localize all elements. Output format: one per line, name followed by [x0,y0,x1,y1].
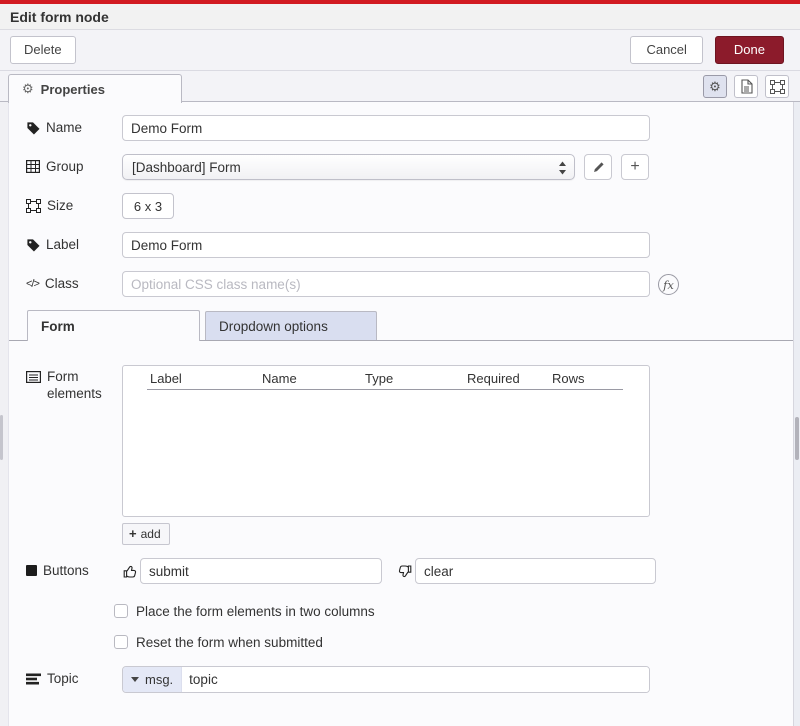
size-label: Size [26,193,122,213]
right-scrollbar-thumb[interactable] [795,417,799,460]
subtab-form-label: Form [41,319,75,334]
buttons-controls [122,558,656,584]
topic-label: Topic [26,666,122,686]
form-elements-table: Label Name Type Required Rows [122,365,650,517]
buttons-label: Buttons [26,558,122,578]
column-header-label: Label [150,371,182,386]
thumbs-down-icon [397,563,413,580]
form-elements-row: Form elements Label Name Type Required R… [9,365,793,545]
class-input[interactable] [122,271,650,297]
edit-group-button[interactable] [584,154,612,180]
tag-icon [26,121,40,135]
delete-button[interactable]: Delete [10,36,76,64]
tag-icon [26,238,40,252]
object-group-icon [26,199,41,213]
document-icon [740,79,753,94]
subtab-dropdown-options[interactable]: Dropdown options [205,311,377,340]
code-icon: </> [26,278,39,290]
label-input[interactable] [122,232,650,258]
add-element-button[interactable]: + add [122,523,170,545]
select-arrows-icon [558,161,567,175]
done-button[interactable]: Done [715,36,784,64]
table-header-divider [147,389,623,390]
fx-expression-button[interactable]: fx [658,274,679,295]
dialog-toolbar: Delete Cancel Done [0,30,800,71]
tray-icon-buttons: ⚙ [703,75,789,98]
fx-icon: fx [663,278,674,292]
gear-icon: ⚙ [709,79,721,95]
typed-input-type-button[interactable]: msg. [123,667,182,692]
reset-form-checkbox[interactable] [114,635,128,649]
gear-icon: ⚙ [22,81,34,97]
object-frame-icon [770,80,785,94]
dialog-header: Edit form node [0,4,800,30]
label-label: Label [26,232,122,252]
label-label-text: Label [46,237,79,252]
topic-row: Topic msg. [9,666,793,693]
name-label-text: Name [46,120,82,135]
subtab-dropdown-label: Dropdown options [219,319,328,334]
tasks-icon [26,673,41,685]
size-button[interactable]: 6 x 3 [122,193,174,219]
topic-typed-input: msg. [122,666,650,693]
add-element-label: add [141,527,161,541]
group-select-value: [Dashboard] Form [132,160,241,175]
buttons-row: Buttons [9,558,793,584]
class-row: </> Class fx [9,271,793,297]
buttons-label-text: Buttons [43,563,89,578]
two-columns-label: Place the form elements in two columns [136,604,375,619]
group-select[interactable]: [Dashboard] Form [122,154,575,180]
two-columns-checkbox[interactable] [114,604,128,618]
name-row: Name [9,115,793,141]
table-icon [26,160,40,173]
class-label: </> Class [26,271,122,291]
subtab-form[interactable]: Form [27,310,200,341]
left-scrollbar-thumb[interactable] [0,415,3,460]
right-scrollbar-track[interactable] [793,102,800,726]
group-row: Group [Dashboard] Form + [9,154,793,180]
pencil-icon [592,161,605,174]
name-label: Name [26,115,122,135]
column-header-type: Type [365,371,393,386]
label-row: Label [9,232,793,258]
plus-icon: + [630,158,639,176]
name-input[interactable] [122,115,650,141]
class-label-text: Class [45,276,79,291]
clear-button-input[interactable] [415,558,656,584]
column-header-name: Name [262,371,297,386]
column-header-rows: Rows [552,371,585,386]
size-row: Size 6 x 3 [9,193,793,219]
group-label-text: Group [46,159,84,174]
form-elements-label-text: Form elements [47,368,109,402]
appearance-button[interactable] [765,75,789,98]
tab-properties[interactable]: ⚙ Properties [8,74,182,103]
form-elements-label: Form elements [26,365,122,402]
thumbs-up-icon [122,563,138,580]
two-columns-option: Place the form elements in two columns [114,603,793,619]
caret-down-icon [131,677,139,682]
plus-icon: + [129,526,137,541]
reset-form-label: Reset the form when submitted [136,635,323,650]
submit-button-input[interactable] [140,558,382,584]
edit-form-content: Name Group [Dashboard] Form + [8,102,793,726]
cancel-button[interactable]: Cancel [630,36,702,64]
add-group-button[interactable]: + [621,154,649,180]
tab-properties-label: Properties [41,82,105,97]
typed-input-prefix: msg. [145,672,173,687]
column-header-required: Required [467,371,520,386]
list-alt-icon [26,371,41,383]
size-label-text: Size [47,198,73,213]
description-button[interactable] [734,75,758,98]
form-subtab-bar: Form Dropdown options [9,311,793,341]
topic-label-text: Topic [47,671,79,686]
dialog-title: Edit form node [10,9,109,25]
size-value: 6 x 3 [134,199,162,214]
square-icon [26,565,37,576]
properties-gear-button[interactable]: ⚙ [703,75,727,98]
topic-input[interactable] [182,667,649,692]
reset-form-option: Reset the form when submitted [114,634,793,650]
editor-tabbar: ⚙ Properties ⚙ [0,71,800,102]
group-label: Group [26,154,122,174]
